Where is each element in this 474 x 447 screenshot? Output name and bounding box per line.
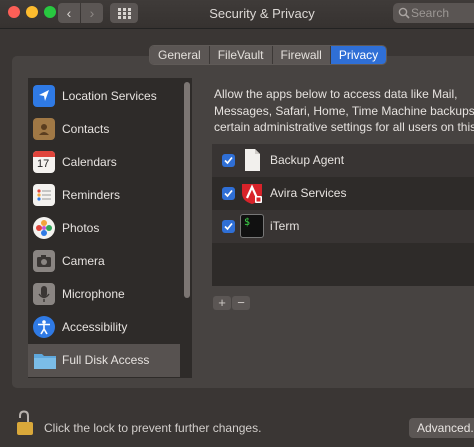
lock-message: Click the lock to prevent further change… — [44, 421, 262, 435]
microphone-icon — [33, 283, 55, 305]
tab-general[interactable]: General — [150, 46, 210, 64]
sidebar-item-photos[interactable]: Photos — [28, 212, 180, 245]
app-row-backup-agent[interactable]: Backup Agent — [212, 144, 474, 177]
terminal-icon: $ — [240, 214, 264, 238]
app-name: Avira Services — [270, 186, 347, 200]
remove-app-button[interactable]: − — [232, 296, 250, 310]
zoom-window-button[interactable] — [44, 6, 56, 18]
tab-firewall[interactable]: Firewall — [272, 46, 331, 64]
minimize-window-button[interactable] — [26, 6, 38, 18]
app-list: Backup Agent Avira Services $ iTerm — [212, 144, 474, 286]
sidebar-item-label: Accessibility — [62, 320, 128, 334]
description-line: Allow the apps below to access data like… — [214, 87, 458, 101]
camera-icon — [33, 250, 55, 272]
sidebar-item-label: Reminders — [62, 188, 121, 202]
app-row-iterm[interactable]: $ iTerm — [212, 210, 474, 243]
terminal-prompt-glyph: $ — [244, 217, 251, 228]
plus-icon: + — [218, 295, 226, 310]
title-bar: ‹ › Security & Privacy Search — [0, 0, 474, 29]
sidebar-item-contacts[interactable]: Contacts — [28, 113, 180, 146]
search-placeholder: Search — [411, 6, 450, 20]
accessibility-icon — [33, 316, 55, 338]
window-title: Security & Privacy — [209, 6, 315, 21]
sidebar-item-label: Full Disk Access — [62, 353, 150, 367]
sidebar-item-label: Camera — [62, 254, 105, 268]
contacts-book-icon — [33, 118, 55, 140]
document-icon — [245, 149, 260, 171]
checkmark-icon — [224, 222, 233, 231]
sidebar-item-location-services[interactable]: Location Services — [28, 80, 180, 113]
back-button[interactable]: ‹ — [58, 3, 80, 23]
add-app-button[interactable]: + — [213, 296, 231, 310]
sidebar-item-reminders[interactable]: Reminders — [28, 179, 180, 212]
description-line: Messages, Safari, Home, Time Machine bac… — [214, 103, 474, 118]
chevron-right-icon: › — [89, 5, 95, 21]
close-window-button[interactable] — [8, 6, 20, 18]
sidebar-item-label: Photos — [62, 221, 100, 235]
sidebar-item-microphone[interactable]: Microphone — [28, 278, 180, 311]
sidebar-item-calendars[interactable]: 17 Calendars — [28, 146, 180, 179]
avira-umbrella-icon — [242, 184, 262, 204]
sidebar-item-accessibility[interactable]: Accessibility — [28, 311, 180, 344]
checkmark-icon — [224, 189, 233, 198]
reminders-list-icon — [33, 184, 55, 206]
app-row-avira-services[interactable]: Avira Services — [212, 177, 474, 210]
minus-icon: − — [237, 295, 245, 310]
advanced-button[interactable]: Advanced... — [409, 418, 474, 438]
app-checkbox[interactable] — [222, 154, 235, 167]
sidebar-item-label: Calendars — [62, 155, 117, 169]
privacy-category-list: Location Services Contacts 17 Calendars … — [28, 78, 192, 378]
show-all-button[interactable] — [110, 3, 138, 23]
app-name: iTerm — [270, 219, 300, 233]
search-field[interactable]: Search — [393, 3, 474, 23]
sidebar-item-label: Contacts — [62, 122, 110, 136]
calendar-day-number: 17 — [37, 158, 50, 170]
location-arrow-icon — [33, 85, 55, 107]
unlocked-padlock-icon[interactable] — [16, 410, 34, 436]
sidebar-item-camera[interactable]: Camera — [28, 245, 180, 278]
search-icon — [398, 7, 410, 19]
calendar-icon: 17 — [33, 151, 55, 173]
sidebar-scrollbar[interactable] — [184, 82, 190, 298]
app-checkbox[interactable] — [222, 187, 235, 200]
forward-button[interactable]: › — [81, 3, 103, 23]
app-checkbox[interactable] — [222, 220, 235, 233]
description-line: certain administrative settings for all … — [214, 120, 474, 134]
sidebar-item-full-disk-access[interactable]: Full Disk Access — [28, 344, 180, 377]
folder-icon — [33, 349, 56, 371]
sidebar-item-label: Microphone — [62, 287, 125, 301]
sidebar-item-label: Location Services — [62, 89, 157, 103]
photos-flower-icon — [33, 217, 55, 239]
tab-privacy[interactable]: Privacy — [330, 46, 387, 64]
checkmark-icon — [224, 156, 233, 165]
tab-filevault[interactable]: FileVault — [209, 46, 273, 64]
app-name: Backup Agent — [270, 153, 345, 167]
chevron-left-icon: ‹ — [66, 5, 72, 21]
permission-description: Allow the apps below to access data like… — [214, 86, 474, 136]
tab-bar: General FileVault Firewall Privacy — [150, 46, 387, 64]
